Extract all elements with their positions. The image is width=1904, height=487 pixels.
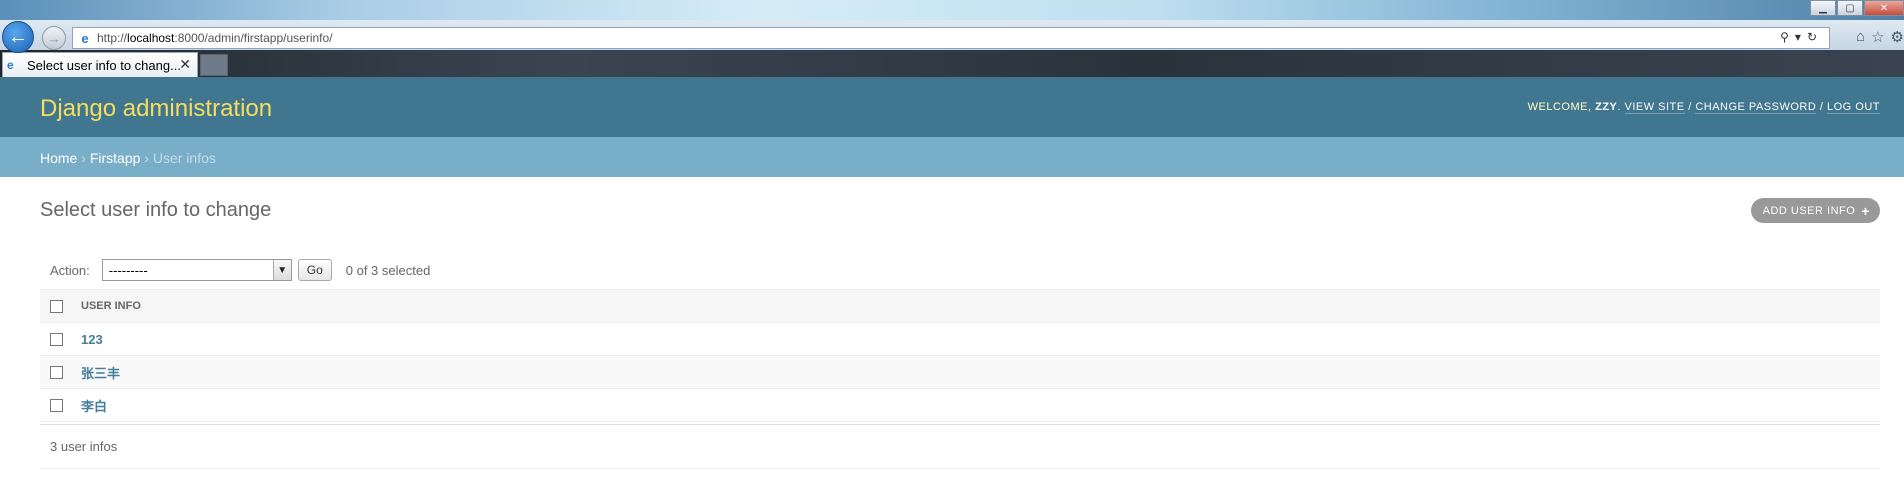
refresh-icon[interactable]: ↻ [1807,30,1823,44]
forward-button[interactable]: → [42,26,66,50]
plus-icon: + [1861,202,1870,219]
address-url[interactable]: http://localhost:8000/admin/firstapp/use… [97,31,333,45]
browser-tabstrip: e Select user info to chang... ✕ [0,50,1904,77]
table-header: User info [40,289,1880,323]
table-row: 张三丰 [40,356,1880,389]
breadcrumb-home-link[interactable]: Home [40,150,77,166]
select-all-checkbox[interactable] [50,299,63,313]
browser-tab-active[interactable]: e Select user info to chang... ✕ [2,52,198,77]
back-button[interactable]: ← [2,21,34,53]
row-checkbox[interactable] [50,332,63,346]
close-window-button[interactable]: ✕ [1864,0,1904,16]
breadcrumb-app-link[interactable]: Firstapp [90,150,141,166]
row-checkbox[interactable] [50,398,63,412]
separator: / [1819,101,1824,113]
result-list: User info 123 张三丰 李白 [40,289,1880,422]
minimize-button[interactable]: ▁ [1810,0,1836,16]
column-header-user-info[interactable]: User info [81,300,141,312]
separator: / [1688,101,1692,113]
address-tools: ⚲▾↻ [1780,30,1823,44]
user-tools: Welcome, zzy. View site / Change passwor… [1527,101,1880,114]
url-host: localhost [127,31,175,45]
back-arrow-icon: ← [8,25,28,48]
row-link[interactable]: 123 [81,332,103,347]
action-select-value: --------- [108,262,148,278]
action-select[interactable]: --------- ▼ [101,259,292,281]
row-link[interactable]: 张三丰 [81,363,120,382]
chevron-down-icon[interactable]: ▼ [272,260,291,280]
add-user-info-button[interactable]: Add user info + [1750,198,1880,223]
action-label: Action: [50,262,90,278]
page-title: Select user info to change [40,199,272,221]
window-titlebar: ▁ ▢ ✕ [0,0,1904,20]
breadcrumb: Home › Firstapp › User infos [0,137,1904,177]
table-row: 李白 [40,389,1880,422]
breadcrumb-current: User infos [152,150,216,166]
window-controls: ▁ ▢ ✕ [1809,0,1904,16]
tab-title: Select user info to chang... [27,57,181,73]
add-button-label: Add user info [1762,204,1856,217]
address-bar[interactable]: e http://localhost:8000/admin/firstapp/u… [72,27,1830,49]
change-password-link[interactable]: Change password [1695,101,1817,114]
dropdown-icon[interactable]: ▾ [1795,30,1807,44]
browser-navbar: ← → e http://localhost:8000/admin/firsta… [0,20,1904,53]
settings-gear-icon[interactable]: ⚙ [1891,28,1904,46]
table-row: 123 [40,323,1880,356]
maximize-button[interactable]: ▢ [1837,0,1863,16]
favorites-star-icon[interactable]: ☆ [1871,28,1884,46]
ie-tab-icon: e [7,58,14,72]
row-checkbox[interactable] [50,365,63,379]
tab-close-icon[interactable]: ✕ [179,56,191,73]
selection-counter: 0 of 3 selected [345,262,431,278]
forward-arrow-icon: → [47,30,61,46]
ie-page-icon: e [81,30,89,46]
url-path: :8000/admin/firstapp/userinfo/ [174,31,333,45]
breadcrumb-separator: › [81,150,86,166]
log-out-link[interactable]: Log out [1826,101,1880,114]
actions-bar: Action: --------- ▼ Go 0 of 3 selected [40,253,1880,287]
new-tab-button[interactable] [200,54,228,76]
site-branding[interactable]: Django administration [40,95,272,123]
url-scheme: http:// [97,31,128,45]
row-link[interactable]: 李白 [81,396,107,415]
breadcrumb-separator: › [144,150,149,166]
admin-header: Django administration Welcome, zzy. View… [0,77,1904,137]
search-icon[interactable]: ⚲ [1780,30,1795,44]
username: zzy [1595,101,1618,113]
view-site-link[interactable]: View site [1624,101,1685,114]
go-button[interactable]: Go [297,259,332,281]
browser-right-icons: ⌂ ☆ ⚙ [1856,28,1904,46]
welcome-text: Welcome, [1527,101,1592,113]
paginator: 3 user infos [40,424,1880,469]
home-icon[interactable]: ⌂ [1856,28,1865,46]
